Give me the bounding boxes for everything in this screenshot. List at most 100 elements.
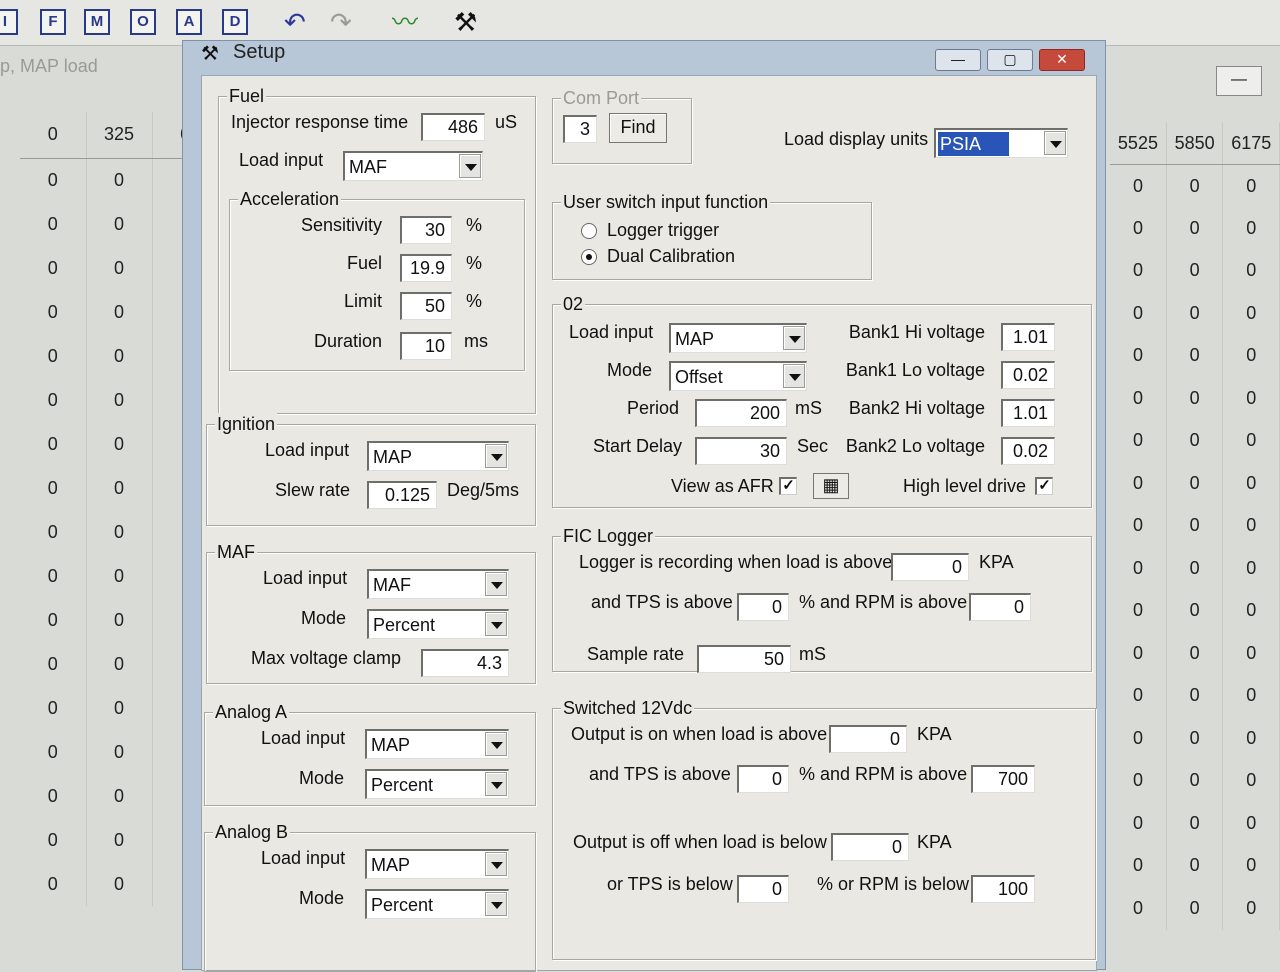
grid-cell[interactable]: 0: [1166, 292, 1224, 335]
grid-cell[interactable]: 0: [1110, 589, 1167, 632]
slew-rate-field[interactable]: 0.125: [367, 481, 437, 509]
accel-fuel-field[interactable]: 19.9: [400, 254, 452, 282]
com-port-field[interactable]: 3: [563, 115, 597, 143]
grid-cell[interactable]: 0: [86, 158, 153, 202]
grid-cell[interactable]: 0: [1222, 462, 1280, 505]
grid-cell[interactable]: 0: [1222, 674, 1280, 717]
grid-cell[interactable]: 0: [1110, 377, 1167, 420]
grid-cell[interactable]: 0: [1110, 759, 1167, 802]
grid-cell[interactable]: 0: [1110, 674, 1167, 717]
toolbar-button-a[interactable]: A: [176, 9, 202, 35]
grid-cell[interactable]: 0: [86, 202, 153, 246]
grid-cell[interactable]: 0: [1166, 207, 1224, 250]
maximize-button[interactable]: ▢: [987, 49, 1033, 71]
graph-icon[interactable]: 〰: [392, 7, 418, 37]
grid-cell[interactable]: 0: [1166, 419, 1224, 462]
on-rpm-field[interactable]: 700: [971, 765, 1035, 793]
grid-cell[interactable]: 0: [1166, 887, 1224, 930]
grid-cell[interactable]: 0: [20, 598, 87, 642]
grid-cell[interactable]: 0: [20, 730, 87, 774]
grid-cell[interactable]: 0: [1110, 292, 1167, 335]
grid-cell[interactable]: 0: [1222, 292, 1280, 335]
grid-cell[interactable]: 0: [1110, 419, 1167, 462]
grid-cell[interactable]: 0: [1222, 589, 1280, 632]
toolbar-button-d[interactable]: D: [222, 9, 248, 35]
grid-cell[interactable]: 0: [20, 246, 87, 290]
find-button[interactable]: Find: [609, 113, 667, 143]
logger-load-field[interactable]: 0: [891, 553, 969, 581]
close-button[interactable]: ✕: [1039, 49, 1085, 71]
chevron-down-icon[interactable]: [459, 154, 481, 178]
grid-cell[interactable]: 0: [1166, 589, 1224, 632]
bank1-hi-field[interactable]: 1.01: [1001, 323, 1055, 351]
grid-cell[interactable]: 0: [20, 466, 87, 510]
grid-cell[interactable]: 0: [1222, 334, 1280, 377]
grid-cell[interactable]: 0: [86, 510, 153, 554]
analog-b-load-input-select[interactable]: MAP: [365, 849, 509, 879]
toolbar-button-i[interactable]: I: [0, 9, 18, 35]
grid-cell[interactable]: 0: [86, 246, 153, 290]
grid-cell[interactable]: 0: [1110, 462, 1167, 505]
grid-cell[interactable]: 0: [1222, 377, 1280, 420]
grid-cell[interactable]: 0: [20, 334, 87, 378]
redo-icon[interactable]: ↷: [330, 7, 352, 37]
view-as-afr-checkbox[interactable]: ✓: [779, 477, 797, 495]
grid-cell[interactable]: 0: [1222, 632, 1280, 675]
grid-cell[interactable]: 0: [1110, 802, 1167, 845]
grid-cell[interactable]: 0: [1110, 717, 1167, 760]
fuel-load-input-select[interactable]: MAF: [343, 151, 483, 181]
chevron-down-icon[interactable]: [485, 612, 507, 636]
grid-cell[interactable]: 0: [86, 686, 153, 730]
grid-cell[interactable]: 0: [1110, 207, 1167, 250]
grid-cell[interactable]: 0: [86, 290, 153, 334]
grid-cell[interactable]: 0: [20, 290, 87, 334]
on-tps-field[interactable]: 0: [737, 765, 789, 793]
grid-cell[interactable]: 0: [1222, 717, 1280, 760]
off-rpm-field[interactable]: 100: [971, 875, 1035, 903]
toolbar-button-o[interactable]: O: [130, 9, 156, 35]
grid-cell[interactable]: 0: [1222, 164, 1280, 207]
grid-cell[interactable]: 0: [86, 466, 153, 510]
grid-cell[interactable]: 0: [1166, 377, 1224, 420]
grid-cell[interactable]: 0: [1222, 844, 1280, 887]
bank2-hi-field[interactable]: 1.01: [1001, 399, 1055, 427]
chevron-down-icon[interactable]: [485, 444, 507, 468]
period-field[interactable]: 200: [695, 399, 787, 427]
grid-cell[interactable]: 0: [1166, 759, 1224, 802]
grid-cell[interactable]: 0: [1110, 334, 1167, 377]
analog-a-load-input-select[interactable]: MAP: [365, 729, 509, 759]
grid-cell[interactable]: 0: [1222, 887, 1280, 930]
chevron-down-icon[interactable]: [485, 572, 507, 596]
duration-field[interactable]: 10: [400, 332, 452, 360]
dual-calibration-radio[interactable]: [581, 249, 597, 265]
chevron-down-icon[interactable]: [485, 892, 507, 916]
grid-cell[interactable]: 0: [20, 510, 87, 554]
grid-cell[interactable]: 0: [1222, 419, 1280, 462]
o2-load-input-select[interactable]: MAP: [669, 323, 807, 353]
ignition-load-input-select[interactable]: MAP: [367, 441, 509, 471]
grid-cell[interactable]: 0: [1166, 164, 1224, 207]
grid-cell[interactable]: 0: [86, 642, 153, 686]
high-level-drive-checkbox[interactable]: ✓: [1035, 477, 1053, 495]
chevron-down-icon[interactable]: [485, 732, 507, 756]
chevron-down-icon[interactable]: [783, 364, 805, 388]
grid-cell[interactable]: 0: [1222, 249, 1280, 292]
tools-icon[interactable]: ⚒: [454, 7, 477, 37]
bank1-lo-field[interactable]: 0.02: [1001, 361, 1055, 389]
grid-cell[interactable]: 0: [20, 378, 87, 422]
analog-a-mode-select[interactable]: Percent: [365, 769, 509, 799]
logger-trigger-radio[interactable]: [581, 223, 597, 239]
sample-rate-field[interactable]: 50: [697, 645, 791, 673]
limit-field[interactable]: 50: [400, 292, 452, 320]
grid-cell[interactable]: 0: [1110, 844, 1167, 887]
chevron-down-icon[interactable]: [783, 326, 805, 350]
chevron-down-icon[interactable]: [485, 852, 507, 876]
grid-cell[interactable]: 0: [1222, 759, 1280, 802]
grid-cell[interactable]: 0: [1222, 802, 1280, 845]
logger-tps-field[interactable]: 0: [737, 593, 789, 621]
toolbar-button-f[interactable]: F: [40, 9, 66, 35]
grid-cell[interactable]: 0: [20, 818, 87, 862]
grid-cell[interactable]: 0: [1166, 844, 1224, 887]
grid-cell[interactable]: 0: [1166, 462, 1224, 505]
grid-cell[interactable]: 0: [20, 642, 87, 686]
